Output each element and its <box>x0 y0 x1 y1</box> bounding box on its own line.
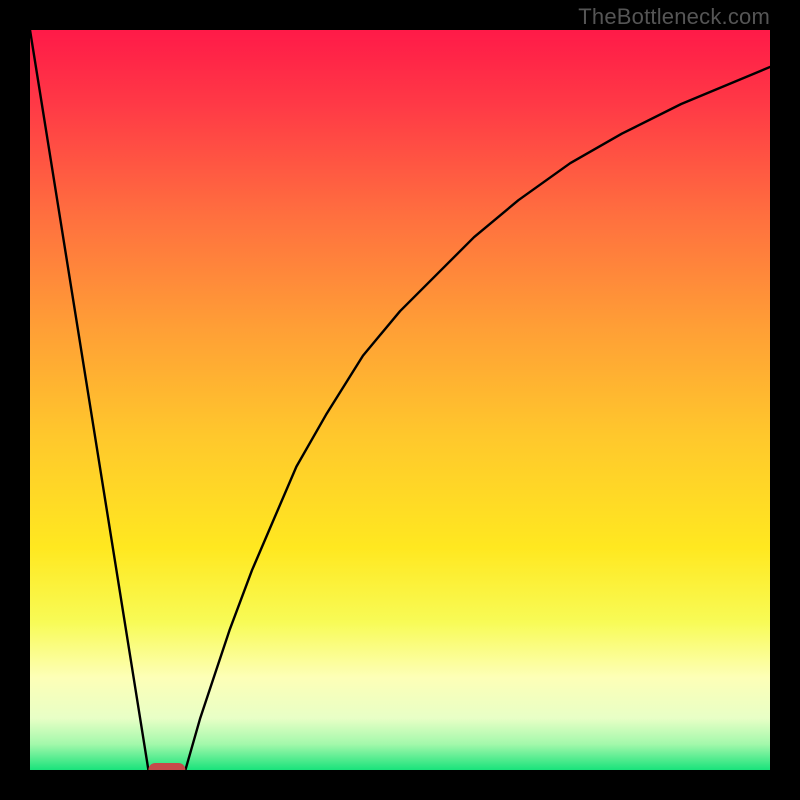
min-marker <box>148 763 185 770</box>
gradient-background <box>30 30 770 770</box>
chart-frame: TheBottleneck.com <box>0 0 800 800</box>
watermark-text: TheBottleneck.com <box>578 4 770 30</box>
plot-area <box>30 30 770 770</box>
marker-group <box>148 763 185 770</box>
chart-svg <box>30 30 770 770</box>
